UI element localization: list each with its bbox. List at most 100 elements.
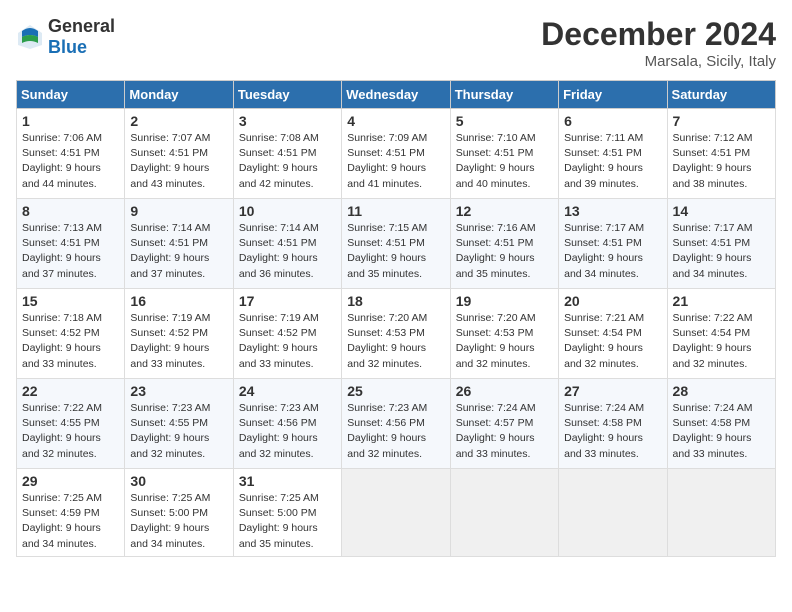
weekday-header: Thursday [450,81,558,109]
location-title: Marsala, Sicily, Italy [541,53,776,70]
calendar-day: 3 Sunrise: 7:08 AMSunset: 4:51 PMDayligh… [233,109,341,199]
day-info: Sunrise: 7:08 AMSunset: 4:51 PMDaylight:… [239,131,336,192]
day-info: Sunrise: 7:23 AMSunset: 4:55 PMDaylight:… [130,401,227,462]
calendar-day: 18 Sunrise: 7:20 AMSunset: 4:53 PMDaylig… [342,289,450,379]
day-number: 6 [564,113,661,129]
calendar-day [667,469,775,557]
calendar-day: 4 Sunrise: 7:09 AMSunset: 4:51 PMDayligh… [342,109,450,199]
weekday-header-row: SundayMondayTuesdayWednesdayThursdayFrid… [17,81,776,109]
weekday-header: Tuesday [233,81,341,109]
day-number: 7 [673,113,770,129]
title-area: December 2024 Marsala, Sicily, Italy [541,16,776,70]
day-info: Sunrise: 7:13 AMSunset: 4:51 PMDaylight:… [22,221,119,282]
month-title: December 2024 [541,16,776,53]
day-info: Sunrise: 7:17 AMSunset: 4:51 PMDaylight:… [564,221,661,282]
day-info: Sunrise: 7:06 AMSunset: 4:51 PMDaylight:… [22,131,119,192]
day-number: 14 [673,203,770,219]
weekday-header: Monday [125,81,233,109]
calendar-day: 10 Sunrise: 7:14 AMSunset: 4:51 PMDaylig… [233,199,341,289]
calendar-day [342,469,450,557]
day-info: Sunrise: 7:25 AMSunset: 5:00 PMDaylight:… [239,491,336,552]
day-info: Sunrise: 7:20 AMSunset: 4:53 PMDaylight:… [456,311,553,372]
calendar-day: 5 Sunrise: 7:10 AMSunset: 4:51 PMDayligh… [450,109,558,199]
day-info: Sunrise: 7:21 AMSunset: 4:54 PMDaylight:… [564,311,661,372]
day-info: Sunrise: 7:22 AMSunset: 4:54 PMDaylight:… [673,311,770,372]
day-info: Sunrise: 7:07 AMSunset: 4:51 PMDaylight:… [130,131,227,192]
day-number: 18 [347,293,444,309]
header: General Blue December 2024 Marsala, Sici… [16,16,776,70]
calendar-week-row: 15 Sunrise: 7:18 AMSunset: 4:52 PMDaylig… [17,289,776,379]
calendar-day: 11 Sunrise: 7:15 AMSunset: 4:51 PMDaylig… [342,199,450,289]
calendar-day [450,469,558,557]
day-info: Sunrise: 7:22 AMSunset: 4:55 PMDaylight:… [22,401,119,462]
day-info: Sunrise: 7:18 AMSunset: 4:52 PMDaylight:… [22,311,119,372]
day-number: 31 [239,473,336,489]
logo-general: General [48,16,115,36]
day-number: 25 [347,383,444,399]
day-number: 20 [564,293,661,309]
day-info: Sunrise: 7:23 AMSunset: 4:56 PMDaylight:… [347,401,444,462]
calendar-day: 24 Sunrise: 7:23 AMSunset: 4:56 PMDaylig… [233,379,341,469]
calendar-day: 7 Sunrise: 7:12 AMSunset: 4:51 PMDayligh… [667,109,775,199]
day-number: 30 [130,473,227,489]
day-number: 12 [456,203,553,219]
weekday-header: Saturday [667,81,775,109]
calendar-day: 20 Sunrise: 7:21 AMSunset: 4:54 PMDaylig… [559,289,667,379]
day-number: 5 [456,113,553,129]
day-info: Sunrise: 7:23 AMSunset: 4:56 PMDaylight:… [239,401,336,462]
day-info: Sunrise: 7:15 AMSunset: 4:51 PMDaylight:… [347,221,444,282]
day-number: 9 [130,203,227,219]
calendar-day: 26 Sunrise: 7:24 AMSunset: 4:57 PMDaylig… [450,379,558,469]
day-number: 22 [22,383,119,399]
calendar-week-row: 1 Sunrise: 7:06 AMSunset: 4:51 PMDayligh… [17,109,776,199]
day-number: 4 [347,113,444,129]
calendar-day: 21 Sunrise: 7:22 AMSunset: 4:54 PMDaylig… [667,289,775,379]
day-info: Sunrise: 7:25 AMSunset: 5:00 PMDaylight:… [130,491,227,552]
day-info: Sunrise: 7:14 AMSunset: 4:51 PMDaylight:… [239,221,336,282]
day-number: 8 [22,203,119,219]
logo: General Blue [16,16,115,58]
day-number: 23 [130,383,227,399]
day-number: 1 [22,113,119,129]
calendar-day: 15 Sunrise: 7:18 AMSunset: 4:52 PMDaylig… [17,289,125,379]
calendar-day: 25 Sunrise: 7:23 AMSunset: 4:56 PMDaylig… [342,379,450,469]
calendar-week-row: 22 Sunrise: 7:22 AMSunset: 4:55 PMDaylig… [17,379,776,469]
calendar-day [559,469,667,557]
day-info: Sunrise: 7:12 AMSunset: 4:51 PMDaylight:… [673,131,770,192]
day-info: Sunrise: 7:10 AMSunset: 4:51 PMDaylight:… [456,131,553,192]
calendar-day: 28 Sunrise: 7:24 AMSunset: 4:58 PMDaylig… [667,379,775,469]
weekday-header: Friday [559,81,667,109]
calendar-day: 2 Sunrise: 7:07 AMSunset: 4:51 PMDayligh… [125,109,233,199]
day-info: Sunrise: 7:19 AMSunset: 4:52 PMDaylight:… [239,311,336,372]
day-number: 17 [239,293,336,309]
day-number: 28 [673,383,770,399]
calendar-day: 12 Sunrise: 7:16 AMSunset: 4:51 PMDaylig… [450,199,558,289]
weekday-header: Sunday [17,81,125,109]
calendar-day: 13 Sunrise: 7:17 AMSunset: 4:51 PMDaylig… [559,199,667,289]
day-number: 24 [239,383,336,399]
day-number: 26 [456,383,553,399]
calendar-day: 1 Sunrise: 7:06 AMSunset: 4:51 PMDayligh… [17,109,125,199]
logo-text: General Blue [48,16,115,58]
calendar-table: SundayMondayTuesdayWednesdayThursdayFrid… [16,80,776,557]
day-number: 19 [456,293,553,309]
day-number: 27 [564,383,661,399]
calendar-day: 29 Sunrise: 7:25 AMSunset: 4:59 PMDaylig… [17,469,125,557]
day-number: 29 [22,473,119,489]
day-info: Sunrise: 7:09 AMSunset: 4:51 PMDaylight:… [347,131,444,192]
day-info: Sunrise: 7:20 AMSunset: 4:53 PMDaylight:… [347,311,444,372]
day-info: Sunrise: 7:25 AMSunset: 4:59 PMDaylight:… [22,491,119,552]
calendar-day: 8 Sunrise: 7:13 AMSunset: 4:51 PMDayligh… [17,199,125,289]
calendar-week-row: 8 Sunrise: 7:13 AMSunset: 4:51 PMDayligh… [17,199,776,289]
day-number: 2 [130,113,227,129]
day-number: 13 [564,203,661,219]
weekday-header: Wednesday [342,81,450,109]
day-number: 10 [239,203,336,219]
day-info: Sunrise: 7:17 AMSunset: 4:51 PMDaylight:… [673,221,770,282]
day-info: Sunrise: 7:14 AMSunset: 4:51 PMDaylight:… [130,221,227,282]
day-info: Sunrise: 7:24 AMSunset: 4:58 PMDaylight:… [673,401,770,462]
day-number: 21 [673,293,770,309]
calendar-day: 17 Sunrise: 7:19 AMSunset: 4:52 PMDaylig… [233,289,341,379]
calendar-day: 14 Sunrise: 7:17 AMSunset: 4:51 PMDaylig… [667,199,775,289]
day-number: 11 [347,203,444,219]
